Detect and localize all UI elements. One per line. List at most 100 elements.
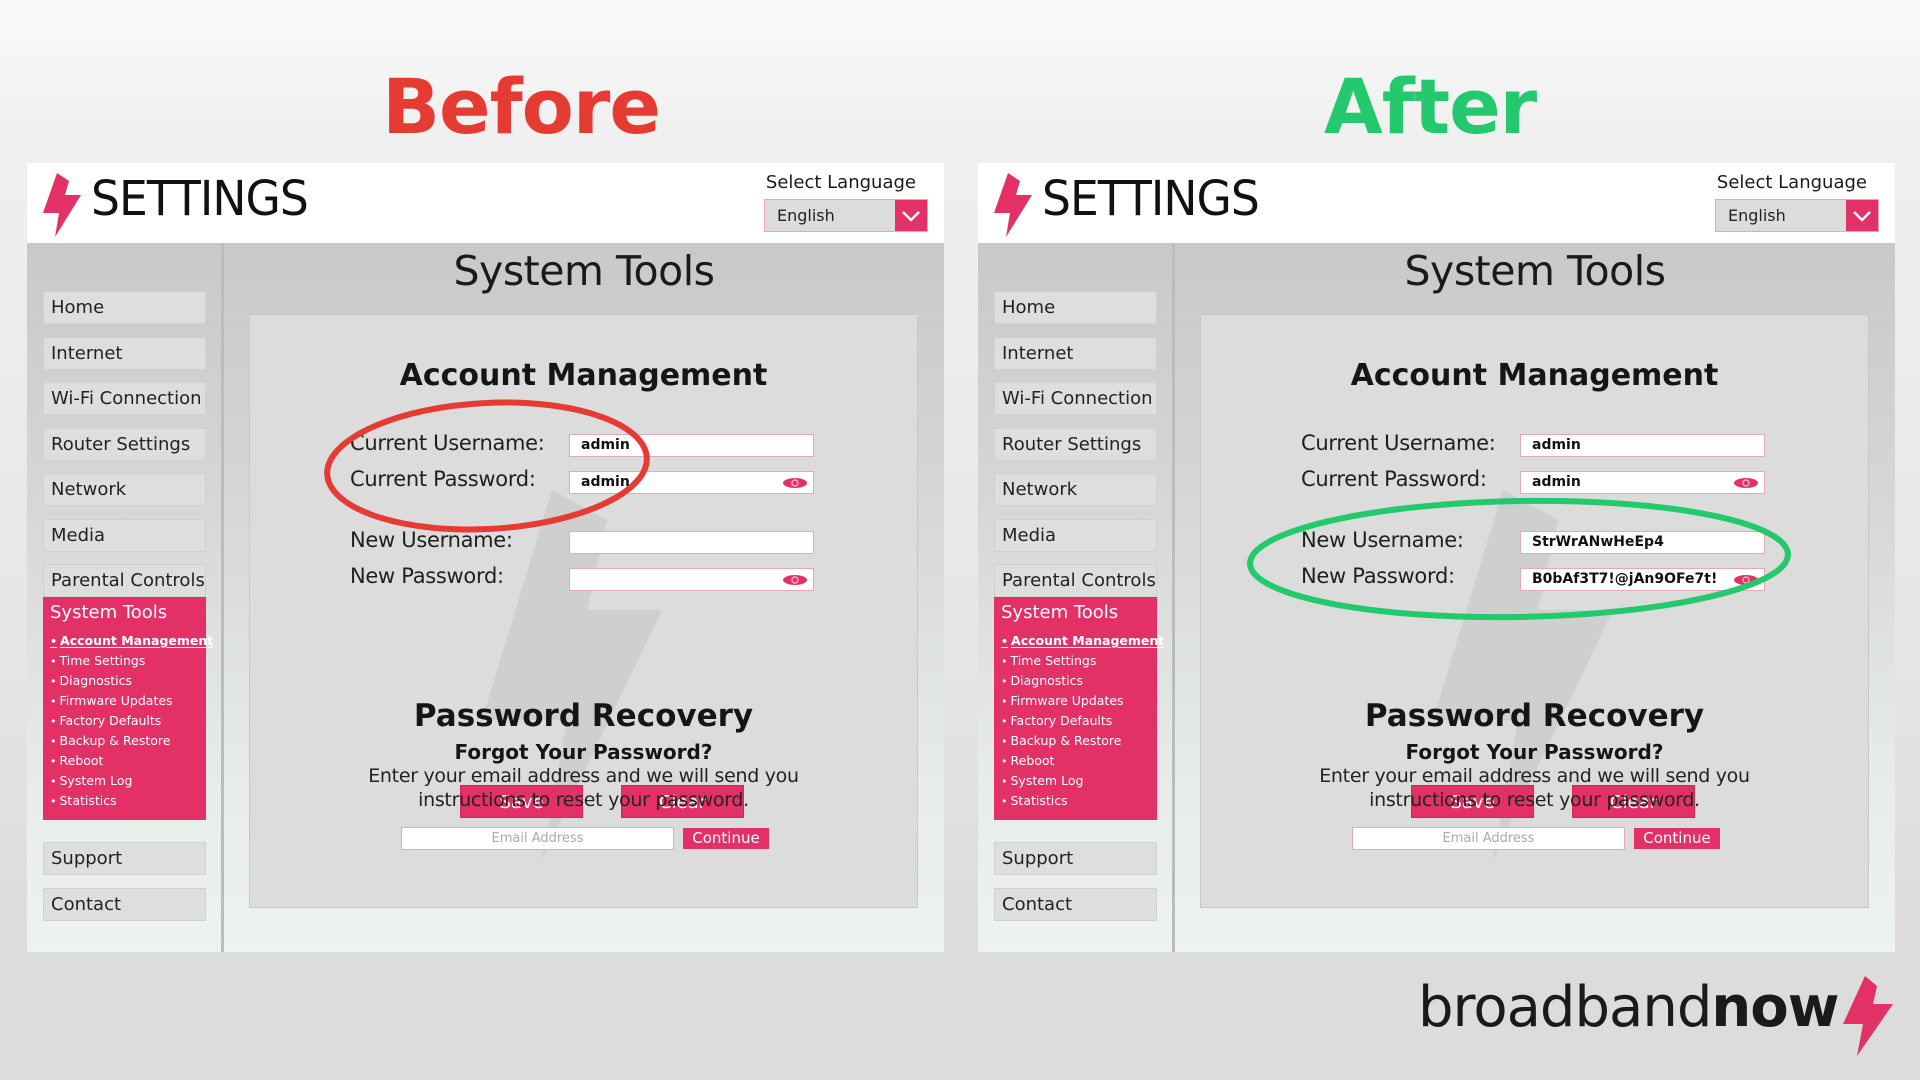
content-card: Account Management Current Username: adm… — [1200, 314, 1869, 908]
settings-panel-after: SETTINGS Select Language English Home In… — [978, 163, 1895, 952]
sidebar-item-router-settings[interactable]: Router Settings — [43, 428, 206, 461]
sidebar: Home Internet Wi-Fi Connection Router Se… — [27, 243, 222, 952]
new-username-label: New Username: — [350, 528, 513, 552]
content-card: Account Management Current Username: adm… — [249, 314, 918, 908]
chevron-down-icon[interactable] — [895, 200, 927, 231]
sidebar-item-internet[interactable]: Internet — [994, 337, 1157, 370]
continue-button[interactable]: Continue — [1634, 828, 1720, 849]
sidebar-subitem-account-management[interactable]: Account Management — [50, 631, 213, 651]
password-recovery-title: Password Recovery — [1364, 698, 1705, 734]
before-heading: Before — [382, 62, 661, 151]
sidebar-subitem-time-settings[interactable]: Time Settings — [50, 651, 206, 671]
new-password-input[interactable] — [569, 568, 814, 591]
lightning-logo-icon — [43, 173, 81, 237]
select-language-label: Select Language — [765, 172, 916, 193]
lightning-logo-icon — [994, 173, 1032, 237]
sidebar-subitem-system-log[interactable]: System Log — [50, 771, 206, 791]
sidebar-item-wifi-connection[interactable]: Wi-Fi Connection — [994, 382, 1157, 415]
current-username-input[interactable]: admin — [569, 434, 814, 457]
brand-light: broadband — [1418, 975, 1712, 1040]
forgot-password-subtitle: Forgot Your Password? — [454, 740, 713, 764]
forgot-password-subtitle: Forgot Your Password? — [1405, 740, 1664, 764]
new-username-input[interactable]: StrWrANwHeEp4 — [1520, 531, 1765, 554]
sidebar-item-router-settings[interactable]: Router Settings — [994, 428, 1157, 461]
sidebar-item-media[interactable]: Media — [994, 519, 1157, 552]
new-password-label: New Password: — [350, 564, 504, 588]
new-username-label: New Username: — [1301, 528, 1464, 552]
sidebar-item-system-tools[interactable]: System Tools — [50, 601, 206, 631]
page-title: System Tools — [1404, 247, 1666, 295]
sidebar-item-internet[interactable]: Internet — [43, 337, 206, 370]
settings-panel-before: SETTINGS Select Language English Home In… — [27, 163, 944, 952]
show-password-eye-icon[interactable] — [1734, 478, 1758, 488]
settings-title: SETTINGS — [1042, 171, 1260, 227]
sidebar-item-support[interactable]: Support — [994, 842, 1157, 875]
sidebar-subitem-system-log[interactable]: System Log — [1001, 771, 1157, 791]
sidebar-subitem-reboot[interactable]: Reboot — [1001, 751, 1157, 771]
email-address-input[interactable]: Email Address — [1352, 827, 1625, 850]
current-password-value: admin — [581, 474, 630, 490]
continue-button[interactable]: Continue — [683, 828, 769, 849]
sidebar-subitem-time-settings[interactable]: Time Settings — [1001, 651, 1157, 671]
sidebar-subitem-firmware-updates[interactable]: Firmware Updates — [50, 691, 206, 711]
sidebar-subitem-factory-defaults[interactable]: Factory Defaults — [50, 711, 206, 731]
language-value: English — [777, 206, 835, 225]
sidebar-item-network[interactable]: Network — [994, 473, 1157, 506]
sidebar-divider — [1172, 243, 1175, 952]
sidebar-item-wifi-connection[interactable]: Wi-Fi Connection — [43, 382, 206, 415]
sidebar-item-contact[interactable]: Contact — [994, 888, 1157, 921]
select-language-label: Select Language — [1716, 172, 1867, 193]
current-password-label: Current Password: — [350, 467, 536, 491]
current-password-input[interactable]: admin — [1520, 471, 1765, 494]
sidebar-subitem-diagnostics[interactable]: Diagnostics — [1001, 671, 1157, 691]
sidebar-item-network[interactable]: Network — [43, 473, 206, 506]
sidebar-item-contact[interactable]: Contact — [43, 888, 206, 921]
sidebar-subitem-account-management[interactable]: Account Management — [1001, 631, 1164, 651]
new-password-value: B0bAf3T7!@jAn9OFe7t! — [1532, 571, 1718, 587]
sidebar-subitem-firmware-updates[interactable]: Firmware Updates — [1001, 691, 1157, 711]
settings-header: SETTINGS Select Language English — [27, 163, 944, 243]
sidebar-item-support[interactable]: Support — [43, 842, 206, 875]
sidebar-divider — [221, 243, 224, 952]
sidebar-subitem-factory-defaults[interactable]: Factory Defaults — [1001, 711, 1157, 731]
email-address-input[interactable]: Email Address — [401, 827, 674, 850]
after-heading: After — [1323, 62, 1537, 151]
sidebar-subitem-reboot[interactable]: Reboot — [50, 751, 206, 771]
show-password-eye-icon[interactable] — [783, 478, 807, 488]
brand-logo: broadbandnow — [1418, 975, 1839, 1040]
sidebar-subitem-backup-restore[interactable]: Backup & Restore — [1001, 731, 1157, 751]
sidebar-subitem-statistics[interactable]: Statistics — [1001, 791, 1157, 811]
current-username-input[interactable]: admin — [1520, 434, 1765, 457]
sidebar-item-parental-controls[interactable]: Parental Controls — [994, 564, 1157, 597]
settings-title: SETTINGS — [91, 171, 309, 227]
current-username-label: Current Username: — [350, 431, 545, 455]
show-password-eye-icon[interactable] — [783, 575, 807, 585]
sidebar-item-home[interactable]: Home — [994, 291, 1157, 324]
language-select[interactable]: English — [764, 199, 928, 232]
sidebar-item-parental-controls[interactable]: Parental Controls — [43, 564, 206, 597]
sidebar-subitem-statistics[interactable]: Statistics — [50, 791, 206, 811]
recovery-description-line: instructions to reset your password. — [1369, 789, 1700, 811]
new-password-label: New Password: — [1301, 564, 1455, 588]
language-value: English — [1728, 206, 1786, 225]
sidebar: Home Internet Wi-Fi Connection Router Se… — [978, 243, 1173, 952]
sidebar-item-media[interactable]: Media — [43, 519, 206, 552]
sidebar-item-system-tools[interactable]: System Tools — [1001, 601, 1157, 631]
current-password-label: Current Password: — [1301, 467, 1487, 491]
recovery-description: Enter your email address and we will sen… — [250, 764, 917, 812]
show-password-eye-icon[interactable] — [1734, 575, 1758, 585]
account-management-title: Account Management — [399, 358, 768, 393]
account-management-title: Account Management — [1350, 358, 1719, 393]
language-select[interactable]: English — [1715, 199, 1879, 232]
chevron-down-icon[interactable] — [1846, 200, 1878, 231]
sidebar-subitem-diagnostics[interactable]: Diagnostics — [50, 671, 206, 691]
recovery-description-line: Enter your email address and we will sen… — [1319, 765, 1750, 787]
new-password-input[interactable]: B0bAf3T7!@jAn9OFe7t! — [1520, 568, 1765, 591]
sidebar-item-home[interactable]: Home — [43, 291, 206, 324]
current-password-input[interactable]: admin — [569, 471, 814, 494]
new-username-input[interactable] — [569, 531, 814, 554]
current-username-label: Current Username: — [1301, 431, 1496, 455]
password-recovery-title: Password Recovery — [413, 698, 754, 734]
recovery-description-line: instructions to reset your password. — [418, 789, 749, 811]
sidebar-subitem-backup-restore[interactable]: Backup & Restore — [50, 731, 206, 751]
